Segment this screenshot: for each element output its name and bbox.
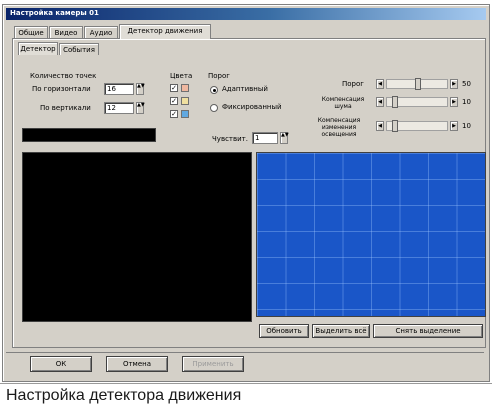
threshold-decrease-icon[interactable]: ◀ [376,79,384,89]
mode-fixed-label: Фиксированный [222,103,282,111]
compensation-label: Компенсация шума [321,96,365,110]
points-group-label: Количество точек [30,72,97,80]
sensitivity-label: Чувствит. [212,135,248,143]
compensation2-value: 10 [462,122,471,130]
color-3-checkbox[interactable]: ✓ [170,110,178,118]
vertical-points-field[interactable]: 12 [104,102,134,114]
compensation-value: 10 [462,98,471,106]
color-1-swatch[interactable] [181,84,189,92]
subtab-events[interactable]: События [59,43,99,55]
horizontal-spin-icon[interactable]: ▲▼ [136,83,145,95]
mode-adaptive-radio[interactable] [210,86,218,94]
compensation2-decrease-icon[interactable]: ◀ [376,121,384,131]
figure-caption: Настройка детектора движения [0,383,492,409]
color-2-checkbox[interactable]: ✓ [170,97,178,105]
camera-preview [22,152,252,322]
compensation-decrease-icon[interactable]: ◀ [376,97,384,107]
compensation2-thumb[interactable] [392,120,398,132]
threshold-thumb[interactable] [415,78,421,90]
mode-group-label: Порог [208,72,230,80]
reset-button[interactable]: Обновить [259,324,309,338]
compensation2-label: Компенсация изменения освещения [317,117,361,138]
vertical-label: По вертикали [40,104,91,112]
window-title: Настройка камеры 01 [10,9,99,17]
threshold-value: 50 [462,80,471,88]
motion-level-indicator [22,128,156,142]
sensitivity-field[interactable]: 1 [252,132,278,144]
apply-button[interactable]: Применить [182,356,244,372]
compensation2-increase-icon[interactable]: ▶ [450,121,458,131]
compensation-thumb[interactable] [392,96,398,108]
mode-fixed-radio[interactable] [210,104,218,112]
color-group-label: Цвета [170,72,193,80]
subtab-detector[interactable]: Детектор [18,42,58,55]
sensitivity-spin-icon[interactable]: ▲▼ [280,132,289,144]
threshold-increase-icon[interactable]: ▶ [450,79,458,89]
title-bar[interactable]: Настройка камеры 01 [6,8,486,20]
horizontal-points-field[interactable]: 16 [104,83,134,95]
mode-adaptive-label: Адаптивный [222,85,268,93]
ok-button[interactable]: ОК [30,356,92,372]
detection-zone-grid[interactable] [256,152,486,317]
color-1-checkbox[interactable]: ✓ [170,84,178,92]
threshold-label: Порог [342,80,364,88]
select-all-button[interactable]: Выделить всё [312,324,370,338]
color-2-swatch[interactable] [181,97,189,105]
cancel-button[interactable]: Отмена [106,356,168,372]
horizontal-label: По горизонтали [32,85,91,93]
tab-motion-detector[interactable]: Детектор движения [119,24,211,39]
vertical-spin-icon[interactable]: ▲▼ [136,102,145,114]
color-3-swatch[interactable] [181,110,189,118]
footer-divider [6,352,484,353]
compensation-increase-icon[interactable]: ▶ [450,97,458,107]
clear-selection-button[interactable]: Снять выделение [373,324,483,338]
